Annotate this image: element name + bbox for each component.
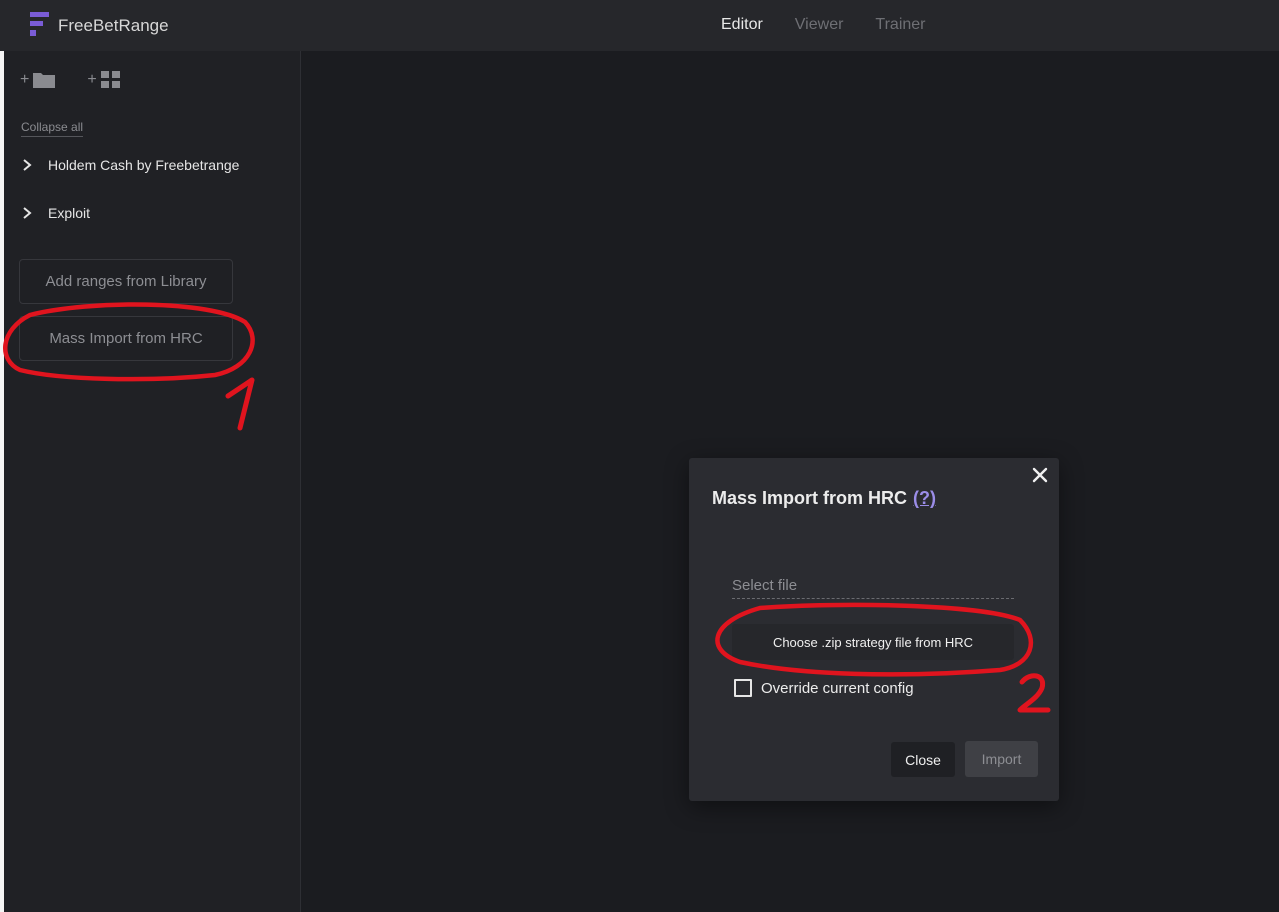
close-button[interactable]: Close (891, 742, 955, 777)
sidebar-toolbar: + + (20, 71, 121, 89)
dialog-title-text: Mass Import from HRC (712, 488, 908, 508)
mass-import-dialog: Mass Import from HRC (?) Select file Choo… (689, 458, 1059, 801)
chevron-right-icon (20, 206, 34, 220)
app-name: FreeBetRange (58, 16, 169, 35)
tree-item-label: Exploit (48, 205, 91, 221)
folder-icon (33, 72, 56, 88)
freebetrange-logo-icon (30, 11, 50, 41)
sidebar: + + Collapse all Holdem Cash by Freebetr… (4, 51, 301, 912)
help-link[interactable]: (?) (913, 488, 936, 508)
tab-editor[interactable]: Editor (721, 16, 763, 34)
add-ranges-from-library-button[interactable]: Add ranges from Library (19, 259, 233, 304)
tree-item-exploit[interactable]: Exploit (20, 205, 90, 221)
override-checkbox[interactable] (734, 679, 752, 697)
add-grid-button[interactable]: + (87, 71, 120, 89)
brand[interactable]: FreeBetRange (30, 11, 169, 41)
tree-item-holdem-cash[interactable]: Holdem Cash by Freebetrange (20, 157, 239, 173)
import-button[interactable]: Import (965, 741, 1038, 777)
top-bar: FreeBetRange Editor Viewer Trainer (0, 0, 1279, 51)
grid-icon (100, 71, 121, 89)
plus-label: + (20, 71, 30, 88)
tab-viewer[interactable]: Viewer (795, 16, 844, 34)
tree-item-label: Holdem Cash by Freebetrange (48, 157, 240, 173)
chevron-right-icon (20, 158, 34, 172)
dialog-title: Mass Import from HRC (?) (712, 488, 936, 509)
tab-trainer[interactable]: Trainer (875, 16, 925, 34)
select-file-field[interactable]: Select file (732, 577, 1014, 599)
add-folder-button[interactable]: + (20, 71, 56, 89)
choose-zip-file-button[interactable]: Choose .zip strategy file from HRC (732, 624, 1014, 660)
mass-import-from-hrc-button[interactable]: Mass Import from HRC (19, 316, 233, 361)
collapse-all-link[interactable]: Collapse all (21, 120, 84, 137)
override-label: Override current config (761, 679, 914, 697)
override-config-option[interactable]: Override current config (734, 679, 914, 697)
main-nav: Editor Viewer Trainer (721, 16, 926, 34)
plus-label: + (87, 71, 97, 88)
close-icon[interactable] (1029, 464, 1051, 486)
